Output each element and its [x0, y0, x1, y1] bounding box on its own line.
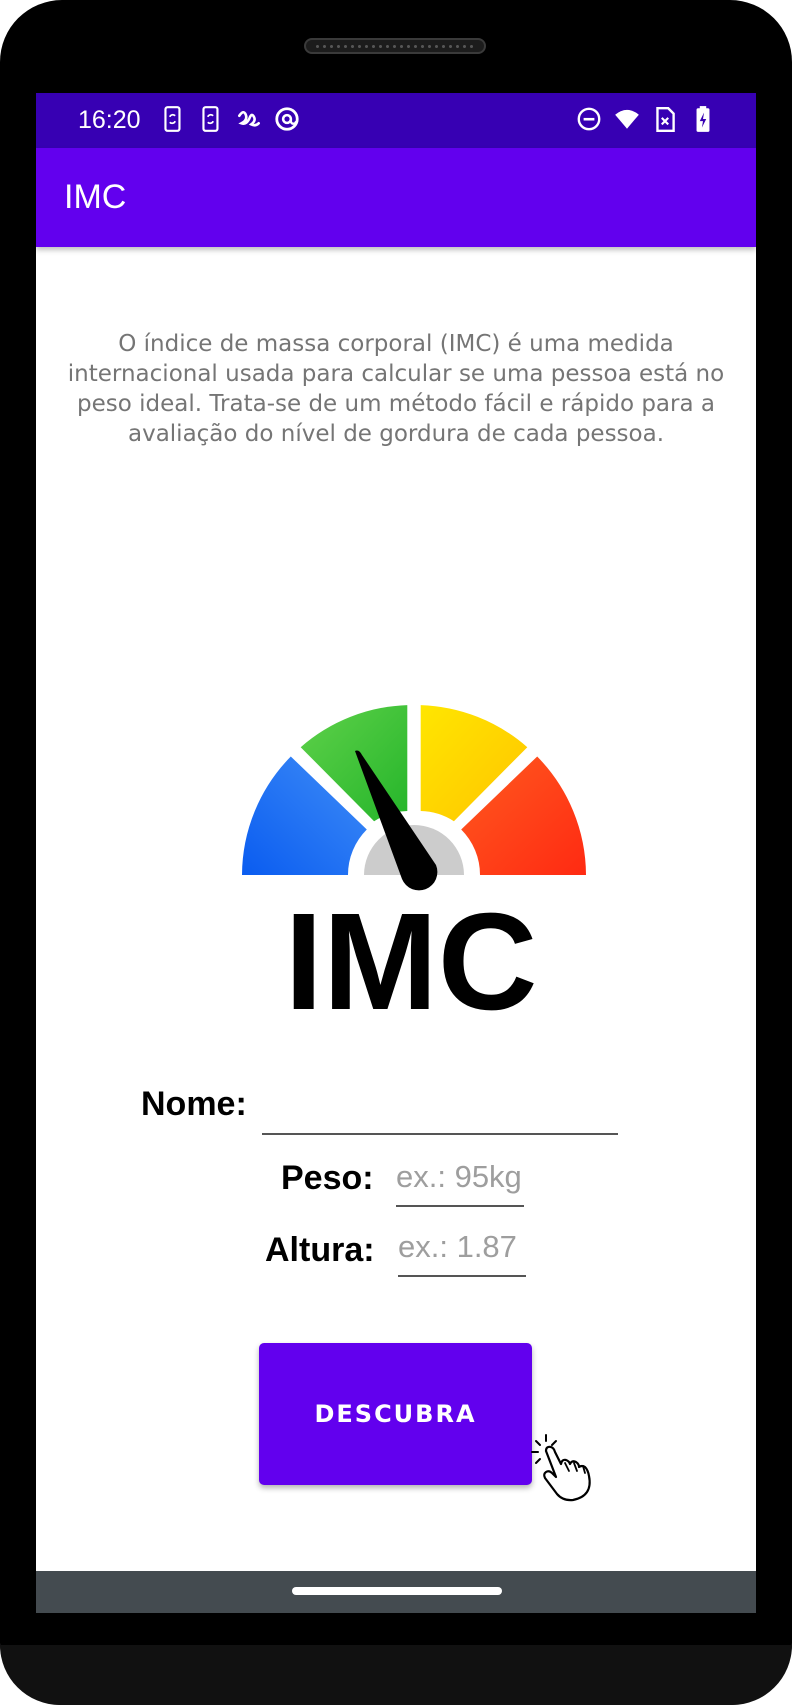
imc-description: O índice de massa corporal (IMC) é uma m…	[67, 331, 725, 447]
name-input[interactable]	[262, 1083, 618, 1135]
status-bar: 16:20	[36, 93, 756, 148]
scribble-icon	[238, 110, 260, 127]
status-time: 16:20	[78, 106, 141, 134]
speaker-grille	[314, 43, 476, 49]
sync-phone-icon	[202, 106, 219, 132]
name-label: Nome:	[141, 1085, 247, 1123]
height-input[interactable]	[398, 1223, 526, 1277]
do-not-disturb-icon	[577, 107, 601, 131]
home-gesture-handle[interactable]	[292, 1587, 502, 1595]
status-notification-icons	[160, 105, 300, 133]
battery-charging-icon	[696, 106, 710, 132]
phone-bottom-chin	[0, 1645, 792, 1705]
at-sign-icon	[275, 107, 299, 131]
imc-gauge-logo: IMC	[242, 705, 586, 1033]
app-title: IMC	[64, 178, 127, 216]
weight-input[interactable]	[396, 1153, 524, 1207]
height-label: Altura:	[265, 1231, 375, 1269]
tap-hand-icon	[531, 1434, 591, 1502]
sync-phone-icon	[164, 106, 181, 132]
device-screen: 16:20 IMC O índice de massa corporal (IM…	[36, 93, 756, 1613]
descubra-button[interactable]: DESCUBRA	[259, 1343, 532, 1485]
imc-logo-text: IMC	[285, 885, 538, 1033]
status-system-icons	[576, 105, 716, 133]
sim-card-icon	[656, 107, 675, 133]
weight-label: Peso:	[281, 1159, 374, 1197]
earpiece-speaker	[304, 38, 486, 54]
app-bar: IMC	[36, 148, 756, 247]
wifi-icon	[615, 109, 639, 129]
gauge-dial	[242, 705, 586, 891]
phone-frame: 16:20 IMC O índice de massa corporal (IM…	[0, 0, 792, 1705]
navigation-bar	[36, 1571, 756, 1613]
